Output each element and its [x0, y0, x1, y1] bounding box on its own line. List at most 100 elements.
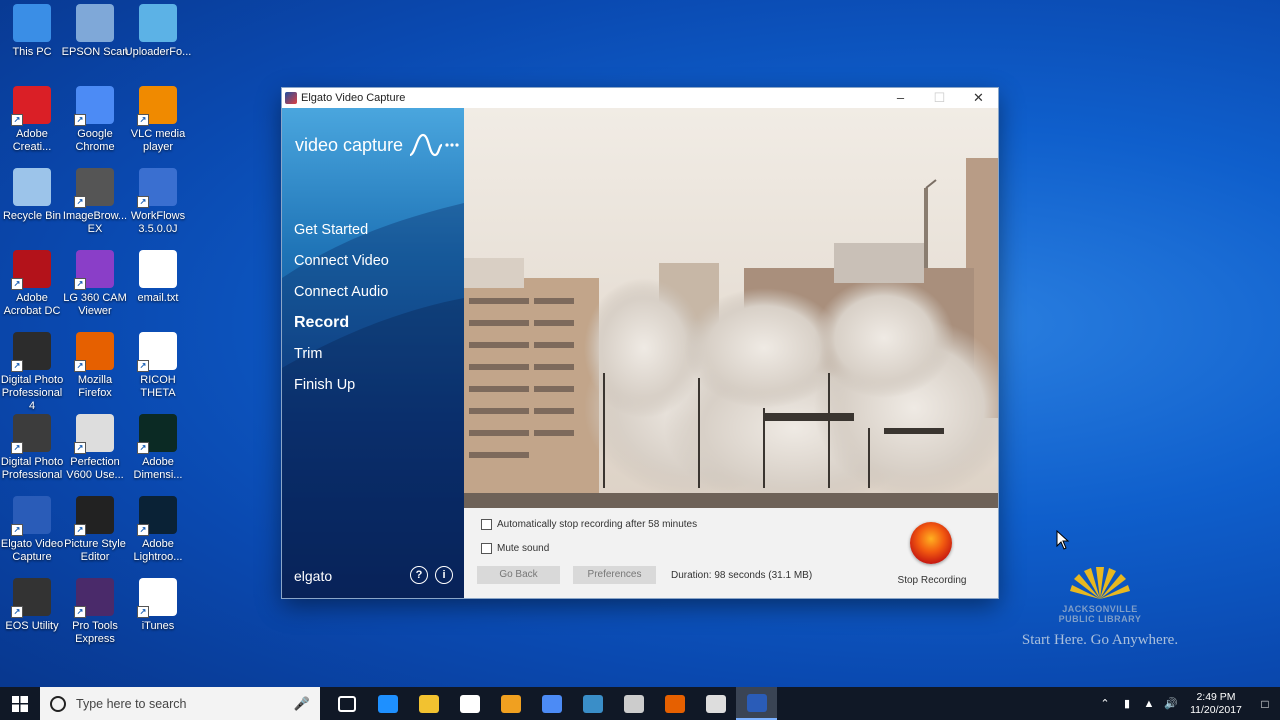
library-tagline: Start Here. Go Anywhere.: [1021, 632, 1179, 648]
desktop-icon-chrome[interactable]: ↗ Google Chrome: [61, 86, 129, 154]
stop-recording-button[interactable]: [910, 522, 952, 564]
search-placeholder: Type here to search: [76, 696, 187, 711]
desktop-icon-manual[interactable]: ↗ Perfection V600 Use...: [61, 414, 129, 482]
taskbar-search-box[interactable]: Type here to search 🎤: [40, 687, 320, 720]
start-button[interactable]: [0, 687, 40, 720]
shortcut-arrow-icon: ↗: [11, 524, 23, 536]
taskbar-app-satellite[interactable]: [613, 687, 654, 720]
maximize-button: ☐: [933, 90, 946, 105]
chrome-icon: ↗: [74, 86, 114, 126]
desktop-icon-label: Digital Photo Professional 4: [0, 374, 64, 412]
recording-controls: Automatically stop recording after 58 mi…: [464, 508, 998, 598]
network-icon[interactable]: ▲: [1140, 698, 1158, 710]
desktop-icon-label: UploaderFo...: [124, 46, 192, 58]
library-watermark: JACKSONVILLE PUBLIC LIBRARY Start Here. …: [1010, 565, 1190, 649]
nav-item-get-started[interactable]: Get Started: [294, 220, 389, 251]
help-icon[interactable]: ?: [410, 566, 428, 584]
brand-label: video capture: [295, 134, 404, 155]
window-titlebar[interactable]: Elgato Video Capture – ☐ ✕: [282, 88, 998, 108]
sidebar: video capture Get Started Connect Video Co…: [282, 108, 464, 598]
acrobat-icon: ↗: [11, 250, 51, 290]
cortana-icon[interactable]: [50, 695, 66, 712]
elgato-footer-logo: elgato: [294, 568, 333, 584]
desktop-icon-dimension[interactable]: ↗ Adobe Dimensi...: [124, 414, 192, 482]
workflows-icon: ↗: [137, 168, 177, 208]
desktop-icon-ricoh-theta[interactable]: ↗ RICOH THETA: [124, 332, 192, 400]
desktop-icon-recycle-bin[interactable]: Recycle Bin: [0, 168, 66, 223]
duration-readout: Duration: 98 seconds (31.1 MB): [671, 570, 813, 581]
desktop-icon-lg360[interactable]: ↗ LG 360 CAM Viewer: [61, 250, 129, 318]
desktop-icon-computer[interactable]: This PC: [0, 4, 66, 59]
desktop-icon-text-file[interactable]: email.txt: [124, 250, 192, 305]
desktop-icon-picture-style[interactable]: ↗ Picture Style Editor: [61, 496, 129, 564]
shortcut-arrow-icon: ↗: [11, 114, 23, 126]
taskbar: Type here to search 🎤 ⌃ ▮ ▲ 🔊 2:49 PM 11…: [0, 687, 1280, 720]
nav-item-finish-up[interactable]: Finish Up: [294, 375, 389, 406]
taskbar-app-file-explorer[interactable]: [408, 687, 449, 720]
desktop-icon-itunes[interactable]: ↗ iTunes: [124, 578, 192, 633]
elgato-window: Elgato Video Capture – ☐ ✕ video capture…: [282, 88, 998, 598]
lightroom-icon: ↗: [137, 496, 177, 536]
picture-style-icon: ↗: [74, 496, 114, 536]
scanner-icon: [76, 4, 114, 42]
desktop-icon-dpp4[interactable]: ↗ Digital Photo Professional 4: [0, 332, 66, 413]
go-back-button[interactable]: Go Back: [477, 566, 560, 584]
taskbar-app-store[interactable]: [449, 687, 490, 720]
desktop-icon-label: Digital Photo Professional: [0, 456, 64, 481]
desktop-icon-label: LG 360 CAM Viewer: [63, 292, 127, 317]
desktop-icon-label: Adobe Acrobat DC: [3, 292, 61, 317]
satellite-icon: [623, 694, 644, 713]
desktop-icon-lightroom[interactable]: ↗ Adobe Lightroo...: [124, 496, 192, 564]
taskbar-app-outlook[interactable]: [490, 687, 531, 720]
minimize-button[interactable]: –: [881, 88, 920, 108]
desktop-icon-label: Adobe Lightroo...: [133, 538, 183, 563]
taskbar-app-task-view[interactable]: [326, 687, 367, 720]
battery-icon[interactable]: ▮: [1118, 697, 1136, 710]
mute-sound-checkbox[interactable]: Mute sound: [481, 543, 549, 554]
desktop-icon-eos-utility[interactable]: ↗ EOS Utility: [0, 578, 66, 633]
auto-stop-label: Automatically stop recording after 58 mi…: [497, 519, 698, 530]
desktop-icon-label: Pro Tools Express: [72, 620, 118, 645]
desktop-icon-firefox[interactable]: ↗ Mozilla Firefox: [61, 332, 129, 400]
taskbar-app-workflows[interactable]: [572, 687, 613, 720]
clock-time: 2:49 PM: [1196, 690, 1236, 703]
recycle-bin-icon: [13, 168, 51, 206]
taskbar-app-edge[interactable]: [367, 687, 408, 720]
taskbar-app-chrome[interactable]: [531, 687, 572, 720]
nav-item-connect-audio[interactable]: Connect Audio: [294, 282, 389, 313]
info-icon[interactable]: i: [435, 566, 453, 584]
desktop-icon-vlc[interactable]: ↗ VLC media player: [124, 86, 192, 154]
desktop-icon-scanner[interactable]: EPSON Scan: [61, 4, 129, 59]
nav-item-record[interactable]: Record: [294, 313, 389, 344]
nav-item-trim[interactable]: Trim: [294, 344, 389, 375]
auto-stop-box[interactable]: [481, 519, 492, 530]
desktop-icon-pro-tools[interactable]: ↗ Pro Tools Express: [61, 578, 129, 646]
dpp-icon: ↗: [11, 414, 51, 454]
uploader-icon: [139, 4, 177, 42]
desktop-icon-acrobat[interactable]: ↗ Adobe Acrobat DC: [0, 250, 66, 318]
desktop-icon-camera[interactable]: ↗ ImageBrow... EX: [61, 168, 129, 236]
taskbar-app-elgato[interactable]: [736, 687, 777, 720]
shortcut-arrow-icon: ↗: [74, 606, 86, 618]
taskbar-clock[interactable]: 2:49 PM 11/20/2017: [1188, 691, 1244, 717]
tray-overflow-icon[interactable]: ⌃: [1096, 697, 1114, 710]
nav-item-connect-video[interactable]: Connect Video: [294, 251, 389, 282]
workflows-icon: [582, 694, 603, 713]
close-button[interactable]: ✕: [959, 88, 998, 108]
sidebar-nav: Get Started Connect Video Connect Audio Rec…: [294, 220, 389, 406]
volume-icon[interactable]: 🔊: [1162, 697, 1180, 710]
desktop-icon-label: Google Chrome: [75, 128, 115, 153]
taskbar-app-obs[interactable]: [695, 687, 736, 720]
file-explorer-icon: [418, 694, 439, 713]
mute-sound-box[interactable]: [481, 543, 492, 554]
desktop-icon-elgato[interactable]: ↗ Elgato Video Capture: [0, 496, 66, 564]
desktop-icon-uploader[interactable]: UploaderFo...: [124, 4, 192, 59]
taskbar-app-firefox[interactable]: [654, 687, 695, 720]
desktop-icon-adobe-cc[interactable]: ↗ Adobe Creati...: [0, 86, 66, 154]
auto-stop-checkbox[interactable]: Automatically stop recording after 58 mi…: [481, 519, 697, 530]
desktop-icon-workflows[interactable]: ↗ WorkFlows 3.5.0.0J: [124, 168, 192, 236]
microphone-icon[interactable]: 🎤: [294, 696, 310, 712]
preferences-button[interactable]: Preferences: [573, 566, 656, 584]
action-center-icon[interactable]: □: [1250, 697, 1280, 711]
desktop-icon-dpp[interactable]: ↗ Digital Photo Professional: [0, 414, 66, 482]
